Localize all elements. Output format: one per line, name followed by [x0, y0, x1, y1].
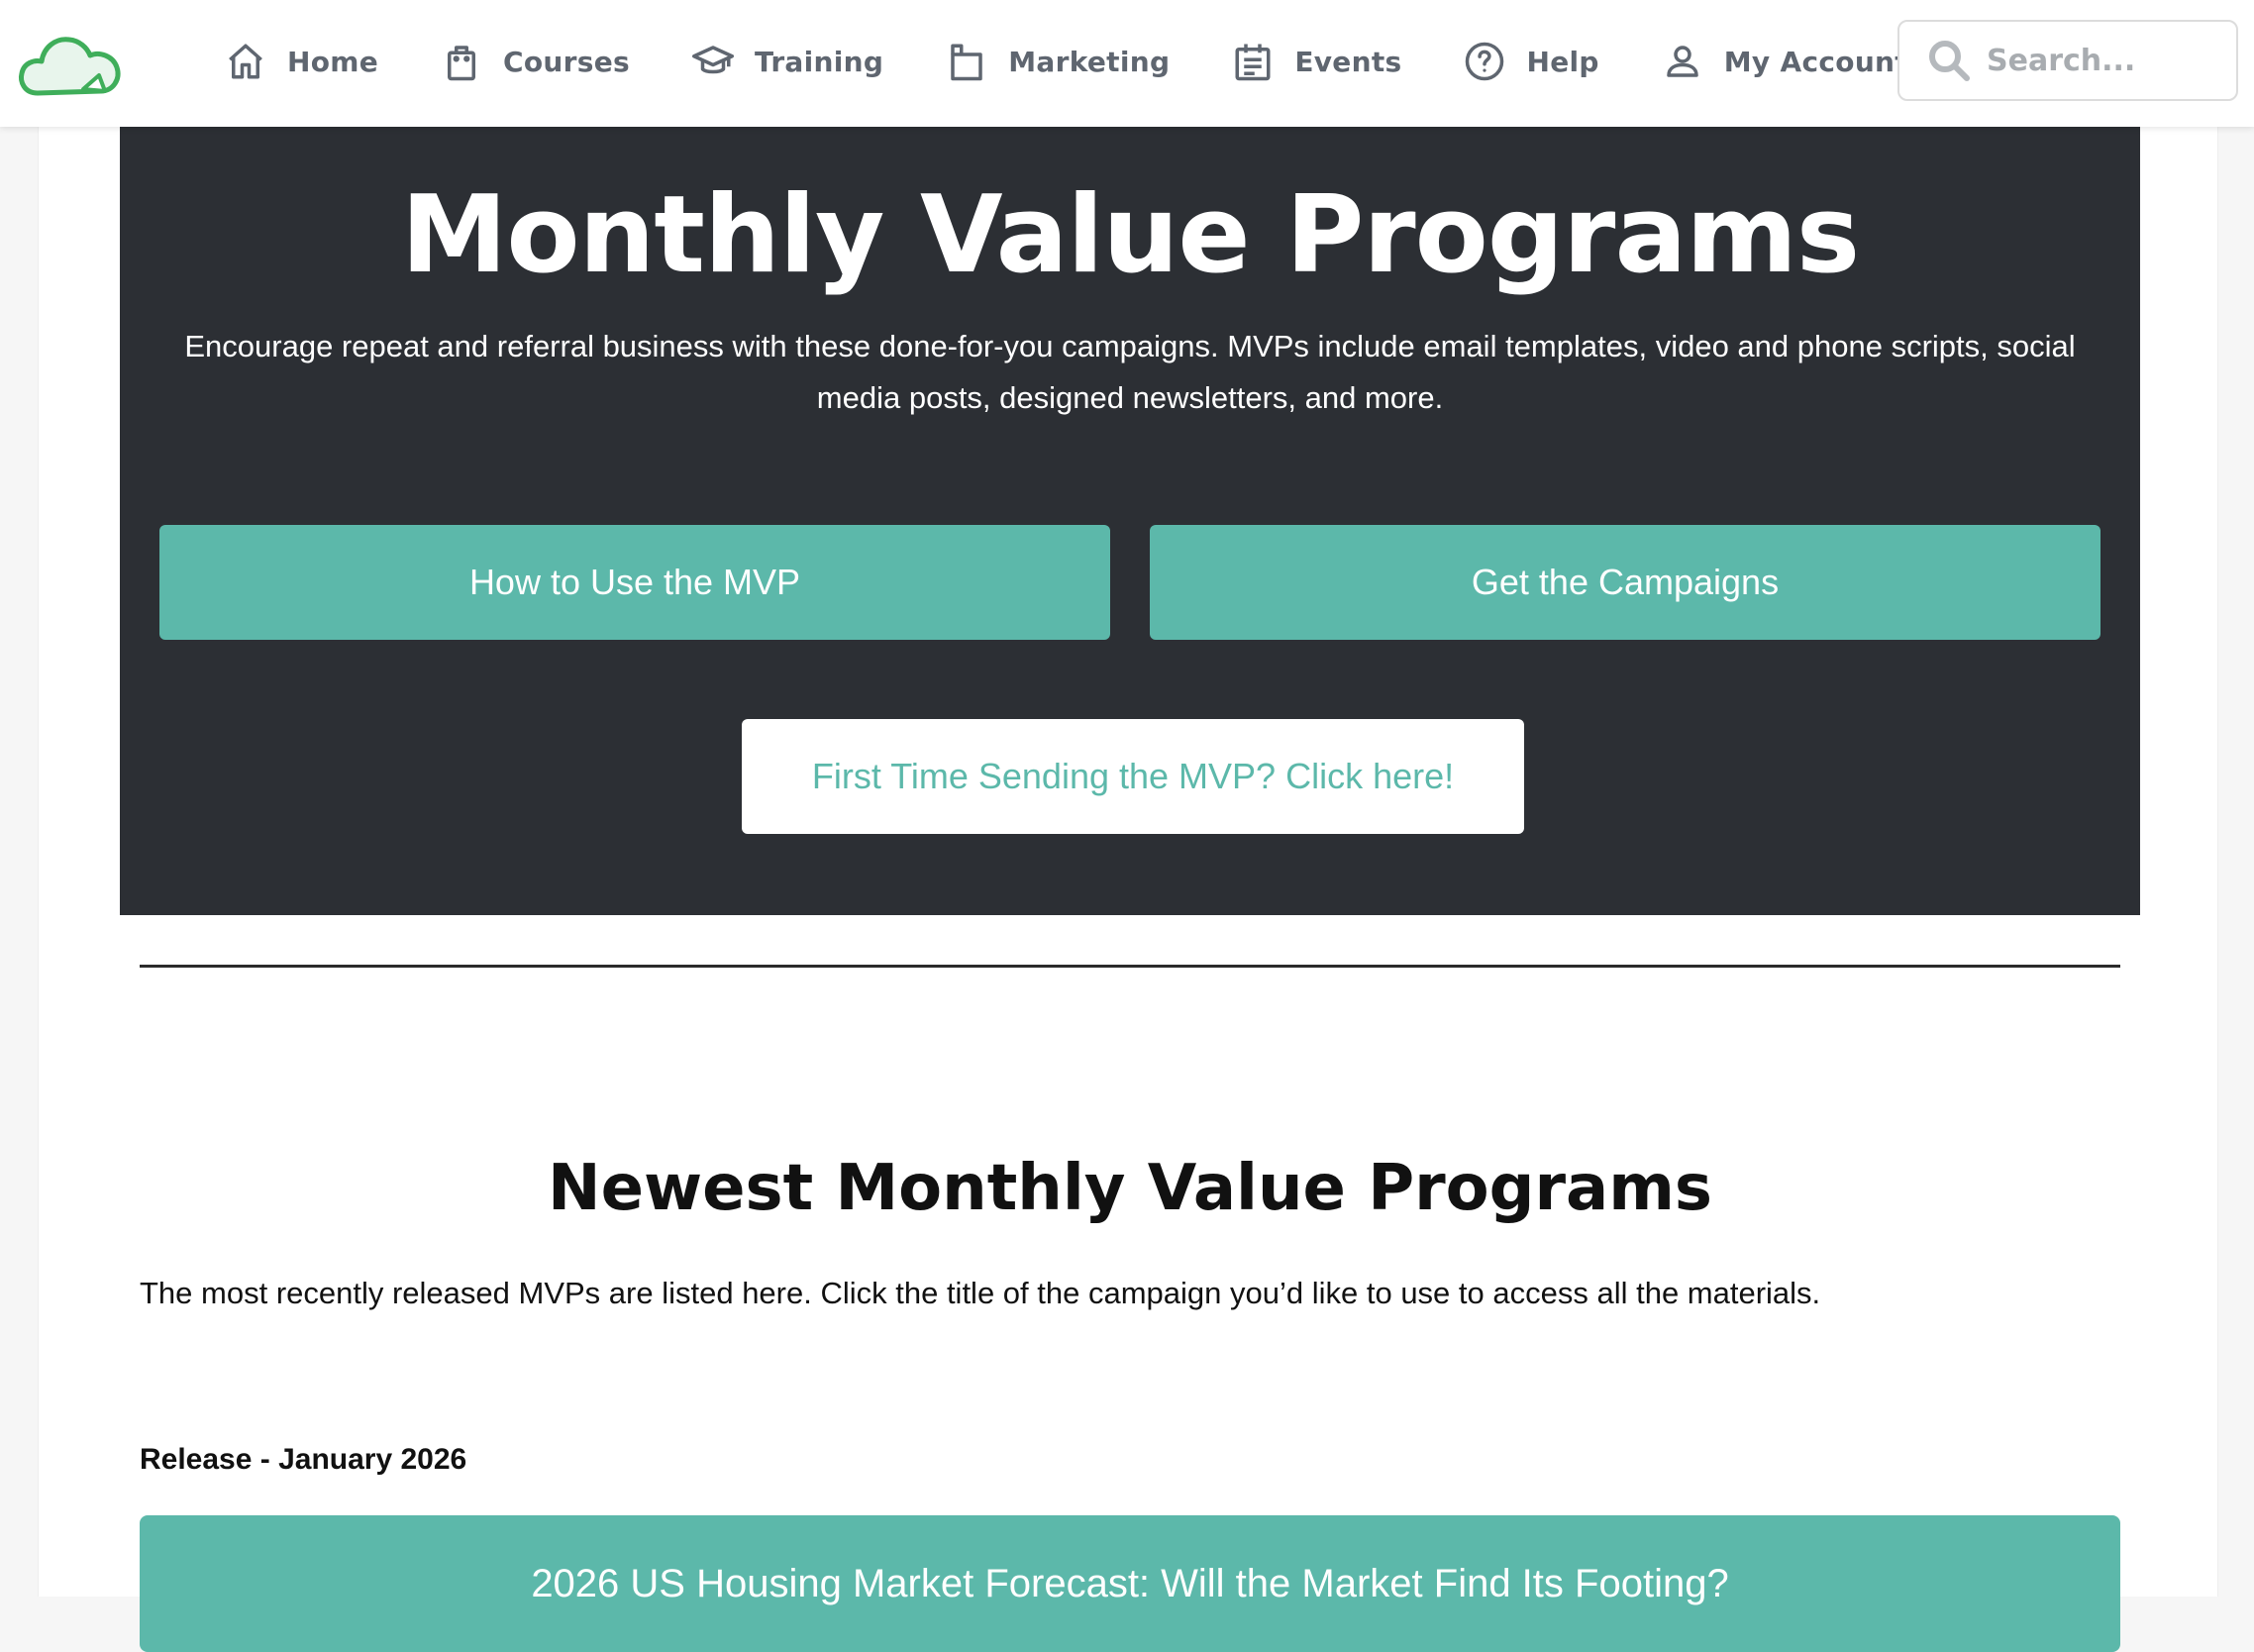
- nav-item-label: Events: [1294, 45, 1402, 78]
- nav-item-events[interactable]: Events: [1231, 30, 1401, 93]
- newest-section-title: Newest Monthly Value Programs: [548, 1152, 1712, 1225]
- page-title: Monthly Value Programs: [400, 173, 1860, 297]
- search-box[interactable]: [1897, 20, 2238, 101]
- calendar-icon: [1231, 40, 1275, 83]
- nav-item-courses[interactable]: Courses: [440, 30, 630, 93]
- release-label: Release - January 2026: [140, 1443, 467, 1476]
- help-circle-icon: [1463, 40, 1506, 83]
- nav-item-label: My Account: [1723, 45, 1908, 78]
- nav-item-label: Home: [287, 45, 379, 78]
- user-icon: [1661, 40, 1704, 83]
- get-campaigns-button[interactable]: Get the Campaigns: [1150, 525, 2100, 640]
- cloud-logo-icon[interactable]: [16, 24, 127, 103]
- nav-item-label: Training: [755, 45, 884, 78]
- search-input[interactable]: [1987, 43, 2224, 78]
- search-icon[interactable]: [1925, 37, 1973, 84]
- page-content: Monthly Value Programs Encourage repeat …: [38, 127, 2218, 1652]
- main-nav: Home Courses Training Marketing Events H…: [224, 30, 1908, 93]
- nav-item-my-account[interactable]: My Account: [1661, 30, 1908, 93]
- nav-item-label: Marketing: [1008, 45, 1171, 78]
- nav-item-label: Help: [1526, 45, 1599, 78]
- marketing-icon: [945, 40, 988, 83]
- newest-section-description: The most recently released MVPs are list…: [140, 1276, 1821, 1310]
- nav-item-label: Courses: [503, 45, 630, 78]
- first-time-sending-button[interactable]: First Time Sending the MVP? Click here!: [742, 719, 1524, 834]
- home-icon: [224, 40, 267, 83]
- nav-item-help[interactable]: Help: [1463, 30, 1598, 93]
- section-divider: [140, 965, 2120, 968]
- hero-description: Encourage repeat and referral business w…: [184, 329, 2076, 415]
- campaign-link-button[interactable]: 2026 US Housing Market Forecast: Will th…: [140, 1515, 2120, 1652]
- how-to-use-mvp-button[interactable]: How to Use the MVP: [159, 525, 1110, 640]
- nav-item-home[interactable]: Home: [224, 30, 378, 93]
- nav-item-training[interactable]: Training: [691, 30, 883, 93]
- nav-item-marketing[interactable]: Marketing: [945, 30, 1170, 93]
- top-navigation-bar: Home Courses Training Marketing Events H…: [0, 0, 2254, 127]
- shopping-bag-icon: [440, 40, 483, 83]
- graduation-cap-icon: [691, 40, 735, 83]
- hero-banner: Monthly Value Programs Encourage repeat …: [120, 127, 2140, 915]
